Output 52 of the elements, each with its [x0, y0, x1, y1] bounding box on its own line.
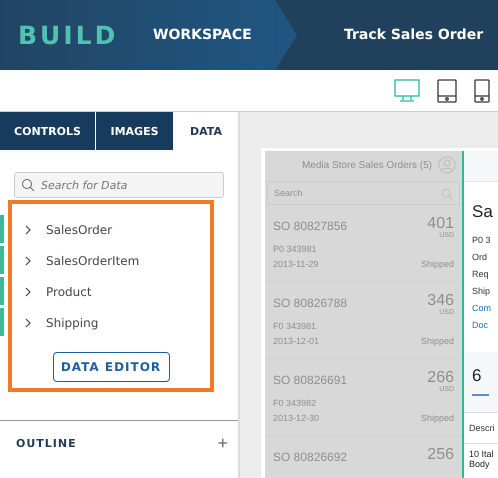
- data-entity-item[interactable]: SalesOrder: [20, 214, 210, 245]
- item-description: 10 Ital Body: [468, 448, 495, 470]
- data-entity-item[interactable]: SalesOrderItem: [20, 245, 210, 276]
- po-number: P0 343981: [273, 244, 318, 254]
- order-amount: 266: [427, 369, 454, 386]
- panel-tab[interactable]: IMAGES: [96, 112, 174, 150]
- workspace-link[interactable]: WORKSPACE: [153, 27, 275, 43]
- detail-field: Ship: [464, 283, 498, 300]
- detail-field: P0 3: [464, 232, 498, 249]
- breadcrumb-chevron-icon: [275, 0, 297, 70]
- order-id: SO 80827856: [273, 219, 348, 233]
- outline-title: OUTLINE: [16, 437, 77, 450]
- search-icon: [441, 188, 453, 200]
- project-title: Track Sales Order: [344, 27, 484, 43]
- phone-icon[interactable]: [474, 78, 490, 102]
- desktop-icon[interactable]: [394, 78, 420, 102]
- user-icon: [438, 156, 456, 174]
- order-amount: 401: [427, 215, 454, 232]
- drag-handle[interactable]: [0, 277, 4, 305]
- order-status: Shipped: [420, 336, 454, 346]
- panel-tab[interactable]: CONTROLS: [0, 112, 96, 150]
- data-editor-button[interactable]: DATA EDITOR: [52, 352, 170, 382]
- data-entity-item[interactable]: Shipping: [20, 307, 210, 338]
- list-title: Media Store Sales Orders (5): [302, 160, 432, 170]
- order-amount: 346: [427, 292, 454, 309]
- data-entity-item[interactable]: Product: [20, 276, 210, 307]
- detail-field: Ord: [464, 249, 498, 266]
- search-icon: [21, 178, 35, 192]
- order-id: SO 80826692: [273, 450, 348, 464]
- order-status: Shipped: [420, 413, 454, 423]
- column-header: Descri: [469, 423, 495, 433]
- order-date: 2013-12-30: [273, 413, 320, 423]
- search-field[interactable]: Search for Data: [14, 172, 224, 198]
- order-id: SO 80826788: [273, 296, 348, 310]
- order-amount: 256: [427, 446, 454, 464]
- order-date: 2013-11-29: [273, 259, 318, 269]
- detail-link[interactable]: Doc: [464, 317, 498, 334]
- detail-link[interactable]: Com: [464, 300, 498, 317]
- detail-field: Req: [464, 266, 498, 283]
- list-search-field[interactable]: Search: [267, 181, 460, 205]
- order-id: SO 80826691: [273, 373, 348, 387]
- drag-handle[interactable]: [0, 308, 4, 336]
- order-date: 2013-12-01: [273, 336, 320, 346]
- detail-title: Sa: [471, 201, 494, 223]
- po-number: F0 343982: [273, 398, 318, 408]
- tablet-icon[interactable]: [437, 78, 457, 102]
- order-status: Shipped: [420, 259, 454, 269]
- drag-handle[interactable]: [0, 215, 4, 243]
- po-number: F0 343981: [273, 321, 318, 331]
- drag-handle[interactable]: [0, 246, 4, 274]
- app-logo: BUILD: [18, 20, 120, 50]
- add-button[interactable]: +: [217, 433, 228, 454]
